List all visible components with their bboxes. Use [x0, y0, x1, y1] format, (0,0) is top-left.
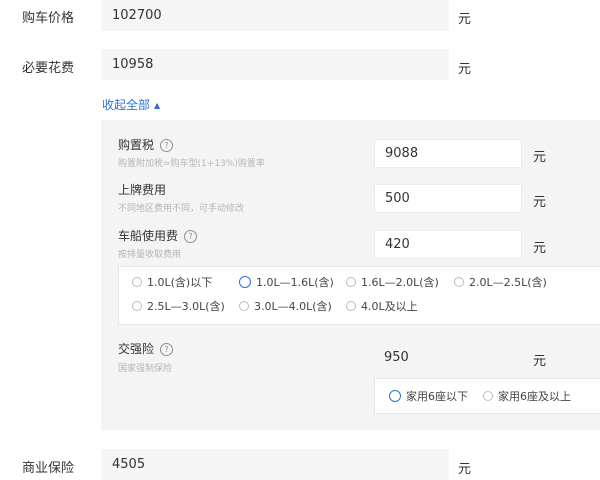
radio-icon	[132, 277, 142, 287]
radio-icon	[454, 277, 464, 287]
radio-icon	[239, 301, 249, 311]
displacement-option[interactable]: 1.6L—2.0L(含)	[346, 274, 439, 290]
commercial-insurance-label: 商业保险	[22, 461, 75, 476]
purchase-tax-label: 购置税	[118, 138, 155, 152]
compulsory-insurance-title: 交强险?	[118, 340, 174, 357]
radio-icon	[132, 301, 142, 311]
displacement-option-label: 1.6L—2.0L(含)	[361, 276, 439, 289]
displacement-option[interactable]: 2.0L—2.5L(含)	[454, 274, 547, 290]
displacement-option-label: 1.0L(含)以下	[147, 276, 213, 289]
displacement-option-label: 4.0L及以上	[361, 300, 418, 313]
seat-option-selected[interactable]: 家用6座以下	[389, 388, 468, 404]
required-cost-unit: 元	[458, 62, 472, 77]
displacement-option-label: 3.0L—4.0L(含)	[254, 300, 332, 313]
radio-selected-icon	[239, 276, 251, 288]
radio-selected-icon	[389, 390, 401, 402]
displacement-option[interactable]: 4.0L及以上	[346, 298, 418, 314]
help-icon[interactable]: ?	[160, 139, 174, 152]
displacement-option-label: 1.0L—1.6L(含)	[256, 276, 334, 289]
radio-icon	[483, 391, 493, 401]
purchase-tax-hint: 购置附加税=购车型(1+13%)购置率	[118, 159, 265, 169]
radio-icon	[346, 301, 356, 311]
purchase-tax-input[interactable]: 9088	[374, 139, 522, 168]
compulsory-insurance-value: 950	[374, 343, 522, 372]
commercial-insurance-input[interactable]: 4505	[101, 449, 449, 480]
vessel-tax-unit: 元	[533, 241, 547, 256]
help-icon[interactable]: ?	[160, 343, 174, 356]
vessel-tax-hint: 按排量收取费用	[118, 250, 182, 260]
seat-option[interactable]: 家用6座及以上	[483, 388, 571, 404]
compulsory-insurance-hint: 国家强制保险	[118, 364, 173, 374]
price-input[interactable]: 102700	[101, 0, 449, 31]
collapse-all-link[interactable]: 收起全部 ▲	[102, 96, 160, 113]
purchase-tax-unit: 元	[533, 150, 547, 165]
displacement-option[interactable]: 3.0L—4.0L(含)	[239, 298, 332, 314]
compulsory-insurance-unit: 元	[533, 354, 547, 369]
price-label: 购车价格	[22, 11, 75, 26]
plate-fee-hint: 不同地区费用不同，可手动修改	[118, 204, 245, 214]
plate-fee-unit: 元	[533, 195, 547, 210]
radio-icon	[346, 277, 356, 287]
seat-option-label: 家用6座及以上	[498, 390, 571, 403]
required-cost-label: 必要花费	[22, 61, 75, 76]
vessel-tax-label: 车船使用费	[118, 229, 179, 243]
displacement-option-selected[interactable]: 1.0L—1.6L(含)	[239, 274, 334, 290]
compulsory-insurance-label: 交强险	[118, 342, 155, 356]
help-icon[interactable]: ?	[184, 230, 198, 243]
caret-up-icon: ▲	[154, 101, 161, 110]
displacement-option-label: 2.5L—3.0L(含)	[147, 300, 225, 313]
displacement-option[interactable]: 2.5L—3.0L(含)	[132, 298, 225, 314]
commercial-insurance-unit: 元	[458, 462, 472, 477]
displacement-option-label: 2.0L—2.5L(含)	[469, 276, 547, 289]
plate-fee-input[interactable]: 500	[374, 184, 522, 213]
purchase-tax-title: 购置税?	[118, 136, 174, 153]
seat-option-label: 家用6座以下	[406, 390, 468, 403]
collapse-all-label: 收起全部	[102, 98, 151, 112]
displacement-option[interactable]: 1.0L(含)以下	[132, 274, 212, 290]
plate-fee-title: 上牌费用	[118, 183, 167, 197]
price-unit: 元	[458, 12, 472, 27]
required-cost-input[interactable]: 10958	[101, 49, 449, 80]
vessel-tax-title: 车船使用费?	[118, 227, 198, 244]
vessel-tax-input[interactable]: 420	[374, 230, 522, 259]
